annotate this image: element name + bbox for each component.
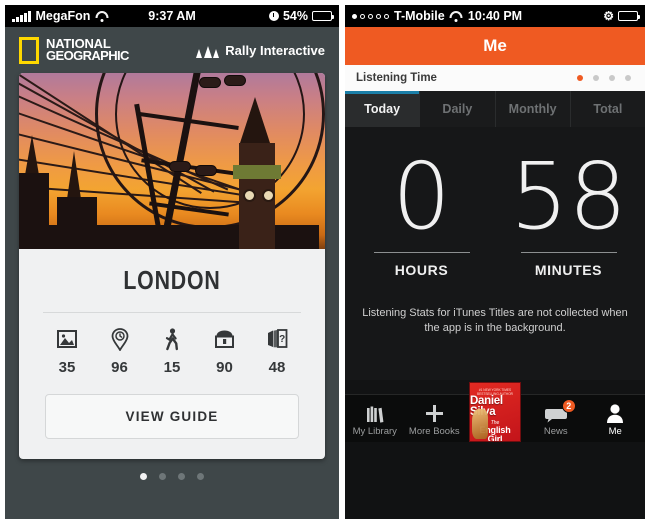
map-pin-clock-icon — [111, 327, 129, 351]
now-playing-book-button[interactable]: #1 NEW YORK TIMES BESTSELLING AUTHOR Dan… — [464, 382, 526, 442]
hours-value: 0 — [392, 143, 451, 250]
natgeo-yellow-rect-icon — [19, 36, 39, 64]
pagination-dot-1[interactable] — [140, 473, 147, 480]
tab-label: More Books — [408, 426, 460, 437]
tab-news[interactable]: 2 News — [526, 399, 586, 442]
minutes-label: MINUTES — [534, 262, 603, 279]
city-card-body: LONDON 35 96 15 90 ? 48 VIEW GUIDE — [19, 249, 325, 459]
battery-icon — [618, 11, 641, 21]
natgeo-wordmark: NATIONAL GEOGRAPHIC — [46, 37, 129, 63]
stat-value: 96 — [111, 359, 128, 376]
left-status-bar: MegaFon 9:37 AM 54% — [5, 5, 339, 27]
divider — [373, 252, 470, 254]
tab-label: Today — [364, 102, 401, 116]
city-card[interactable]: LONDON 35 96 15 90 ? 48 VIEW GUIDE — [19, 73, 325, 459]
section-pagination[interactable] — [577, 75, 631, 81]
natgeo-header: NATIONAL GEOGRAPHIC Rally Interactive — [5, 27, 339, 73]
divider — [520, 252, 617, 254]
person-icon — [606, 403, 624, 423]
tab-label: Daily — [442, 102, 473, 116]
london-photo — [19, 73, 325, 249]
battery-icon — [312, 11, 335, 21]
quiz-cards-icon: ? — [266, 327, 288, 351]
carousel-pagination[interactable] — [5, 459, 339, 480]
tab-today[interactable]: Today — [345, 91, 421, 127]
pagination-dot-4[interactable] — [197, 473, 204, 480]
photo-icon — [57, 327, 77, 351]
walking-person-icon — [164, 327, 180, 351]
pagination-dot-3[interactable] — [178, 473, 185, 480]
section-dot-4[interactable] — [625, 75, 631, 81]
clock-icon — [268, 11, 279, 21]
stat-places[interactable]: 96 — [96, 327, 144, 376]
minutes-value: 58 — [509, 143, 628, 250]
natgeo-logo: NATIONAL GEOGRAPHIC — [19, 36, 129, 64]
right-status-bar: T-Mobile 10:40 PM ⚙ — [345, 5, 645, 27]
natgeo-app-screenshot: MegaFon 9:37 AM 54% NATIONAL GEOGRAPHIC — [5, 5, 339, 519]
section-label: Listening Time — [356, 72, 437, 84]
stat-value: 35 — [58, 359, 76, 376]
news-badge: 2 — [561, 399, 576, 413]
disclaimer-text: Listening Stats for iTunes Titles are no… — [362, 307, 628, 335]
book-cover: #1 NEW YORK TIMES BESTSELLING AUTHOR Dan… — [469, 382, 521, 442]
audiobook-app-screenshot: T-Mobile 10:40 PM ⚙ Me Listening Time To… — [345, 5, 645, 519]
stat-quizzes[interactable]: ? 48 — [253, 327, 301, 376]
book-cover-figure — [472, 409, 488, 439]
tab-label: Monthly — [508, 102, 557, 116]
stat-value: 90 — [216, 359, 233, 376]
tab-label: Total — [593, 102, 623, 116]
minutes-block: 58 MINUTES — [510, 150, 627, 279]
book-title-line-2: Girl — [487, 434, 503, 442]
hours-label: HOURS — [394, 262, 449, 279]
tab-label: Me — [608, 426, 622, 437]
screenshot-stage: MegaFon 9:37 AM 54% NATIONAL GEOGRAPHIC — [0, 0, 650, 524]
tab-total[interactable]: Total — [571, 91, 645, 127]
speech-bubble-icon: 2 — [544, 399, 576, 423]
plus-icon — [425, 403, 444, 423]
section-dot-2[interactable] — [593, 75, 599, 81]
listening-time-bar: Listening Time — [345, 65, 645, 91]
pagination-dot-2[interactable] — [159, 473, 166, 480]
period-tabs: Today Daily Monthly Total — [345, 91, 645, 127]
stat-treasures[interactable]: 90 — [201, 327, 249, 376]
section-dot-3[interactable] — [609, 75, 615, 81]
divider — [43, 312, 301, 313]
hours-block: 0 HOURS — [369, 143, 474, 279]
tab-me[interactable]: Me — [586, 403, 646, 442]
city-stats-row: 35 96 15 90 ? 48 — [37, 327, 307, 376]
tab-more-books[interactable]: More Books — [405, 403, 465, 442]
partner-name: Rally Interactive — [225, 42, 325, 58]
big-numbers: 0 HOURS 58 MINUTES — [345, 143, 645, 279]
tab-label: News — [543, 426, 568, 437]
view-guide-button[interactable]: VIEW GUIDE — [45, 394, 299, 439]
stat-photos[interactable]: 35 — [43, 327, 91, 376]
svg-text:?: ? — [279, 334, 285, 345]
page-title: LONDON — [123, 265, 221, 295]
status-time: 10:40 PM — [467, 9, 523, 23]
treasure-chest-icon — [214, 327, 235, 351]
header-title: Me — [483, 36, 507, 55]
tab-monthly[interactable]: Monthly — [496, 91, 571, 127]
status-time: 9:37 AM — [148, 9, 196, 23]
books-icon — [365, 403, 385, 423]
tab-my-library[interactable]: My Library — [345, 403, 405, 442]
me-header: Me — [345, 27, 645, 65]
listening-stats-area: 0 HOURS 58 MINUTES Listening Stats for i… — [345, 127, 645, 442]
tab-label: My Library — [352, 426, 397, 437]
rally-trees-icon — [196, 42, 220, 58]
brand-line-2: GEOGRAPHIC — [46, 48, 129, 63]
stat-value: 48 — [268, 359, 286, 376]
bottom-tab-bar: My Library More Books #1 NEW YORK TIMES … — [345, 382, 646, 442]
rally-interactive-logo: Rally Interactive — [196, 42, 325, 58]
tab-daily[interactable]: Daily — [420, 91, 496, 127]
stat-walks[interactable]: 15 — [148, 327, 196, 376]
section-dot-1[interactable] — [577, 75, 583, 81]
stat-value: 15 — [163, 359, 181, 376]
